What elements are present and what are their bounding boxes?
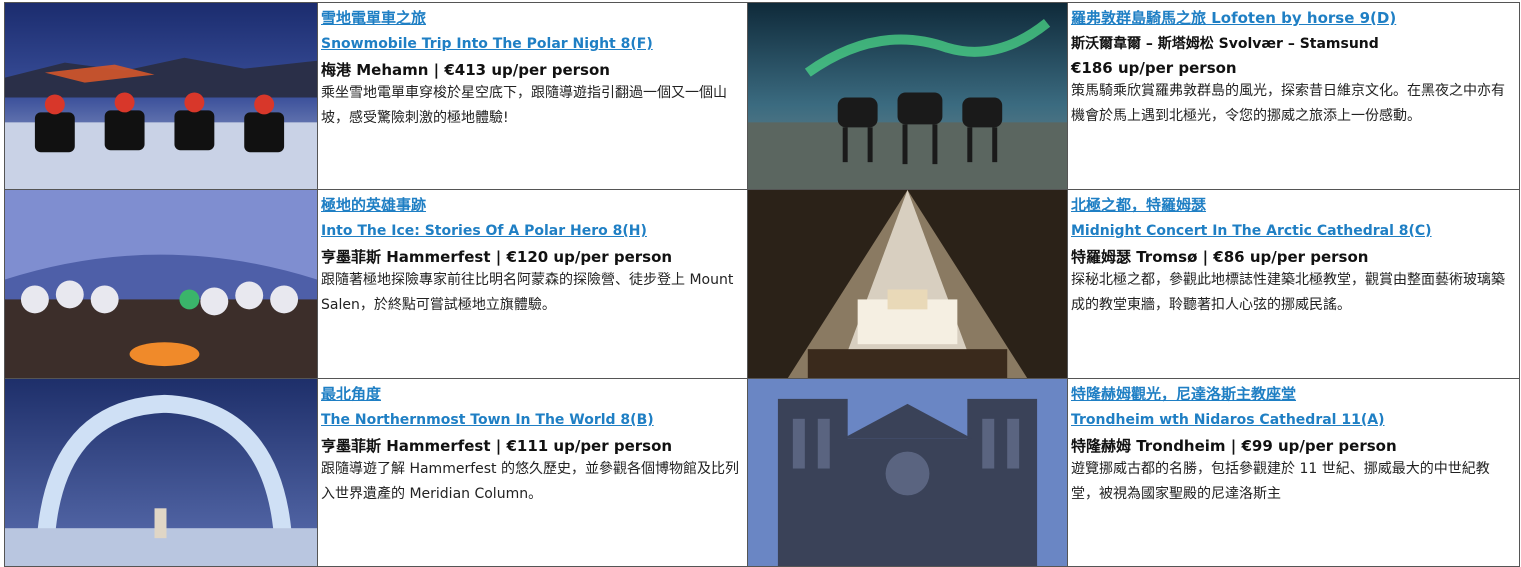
tour-title-zh-link[interactable]: 羅弗敦群島騎馬之旅 Lofoten by horse 9(D) [1071, 7, 1516, 33]
tour-image-horses [748, 3, 1068, 190]
tour-info-nidaros: 特隆赫姆觀光，尼達洛斯主教座堂 Trondheim wth Nidaros Ca… [1068, 379, 1520, 567]
tour-title-en-link[interactable]: Into The Ice: Stories Of A Polar Hero 8(… [321, 220, 744, 246]
tour-description: 跟隨導遊了解 Hammerfest 的悠久歷史，並參觀各個博物館及比列入世界遺產… [321, 461, 739, 502]
tour-title-zh-link[interactable]: 最北角度 [321, 383, 744, 409]
tour-title-zh-link[interactable]: 極地的英雄事跡 [321, 194, 744, 220]
tour-description: 探秘北極之都，參觀此地標誌性建築北極教堂，觀賞由整面藝術玻璃築成的教堂東牆，聆聽… [1071, 272, 1505, 313]
tour-title-zh-link[interactable]: 特隆赫姆觀光，尼達洛斯主教座堂 [1071, 383, 1516, 409]
tour-image-snow-arch [5, 379, 318, 567]
tour-location-price: 特隆赫姆 Trondheim | €99 up/per person [1071, 437, 1397, 455]
tour-image-nidaros-cathedral [748, 379, 1068, 567]
tour-title-en-link[interactable]: The Northernmost Town In The World 8(B) [321, 409, 744, 435]
tour-table: 雪地電單車之旅 Snowmobile Trip Into The Polar N… [4, 2, 1520, 567]
tour-location-price: 特羅姆瑟 Tromsø | €86 up/per person [1071, 248, 1369, 266]
tour-description: 策馬騎乘欣賞羅弗敦群島的風光，探索昔日維京文化。在黑夜之中亦有機會於馬上遇到北極… [1071, 83, 1505, 124]
tour-description: 乘坐雪地電單車穿梭於星空底下，跟隨導遊指引翻過一個又一個山坡，感受驚險刺激的極地… [321, 85, 727, 126]
tour-info-northernmost-town: 最北角度 The Northernmost Town In The World … [318, 379, 748, 567]
tour-image-cathedral-interior [748, 190, 1068, 379]
tour-title-en-link[interactable]: Snowmobile Trip Into The Polar Night 8(F… [321, 33, 744, 59]
tour-info-horses: 羅弗敦群島騎馬之旅 Lofoten by horse 9(D) 斯沃爾韋爾 – … [1068, 3, 1520, 190]
tour-description: 遊覽挪威古都的名勝，包括參觀建於 11 世紀、挪威最大的中世紀教堂，被視為國家聖… [1071, 461, 1490, 502]
tour-location: 斯沃爾韋爾 – 斯塔姆松 Svolvær – Stamsund [1071, 36, 1379, 52]
tour-location-price: 亨墨菲斯 Hammerfest | €111 up/per person [321, 437, 673, 455]
tour-image-snowmobile [5, 3, 318, 190]
tour-price: €186 up/per person [1071, 59, 1237, 77]
tour-image-tent [5, 190, 318, 379]
tour-description: 跟隨著極地探險專家前往比明名阿蒙森的探險營、徒步登上 Mount Salen，於… [321, 272, 734, 313]
tour-info-polar-hero: 極地的英雄事跡 Into The Ice: Stories Of A Polar… [318, 190, 748, 379]
tour-info-snowmobile: 雪地電單車之旅 Snowmobile Trip Into The Polar N… [318, 3, 748, 190]
tour-info-arctic-cathedral: 北極之都，特羅姆瑟 Midnight Concert In The Arctic… [1068, 190, 1520, 379]
tour-location-price: 梅港 Mehamn | €413 up/per person [321, 61, 610, 79]
tour-title-zh-link[interactable]: 雪地電單車之旅 [321, 7, 744, 33]
tour-location-price: 亨墨菲斯 Hammerfest | €120 up/per person [321, 248, 673, 266]
tour-title-en-link[interactable]: Trondheim wth Nidaros Cathedral 11(A) [1071, 409, 1516, 435]
tour-title-en-link[interactable]: Midnight Concert In The Arctic Cathedral… [1071, 220, 1516, 246]
tour-title-zh-link[interactable]: 北極之都，特羅姆瑟 [1071, 194, 1516, 220]
